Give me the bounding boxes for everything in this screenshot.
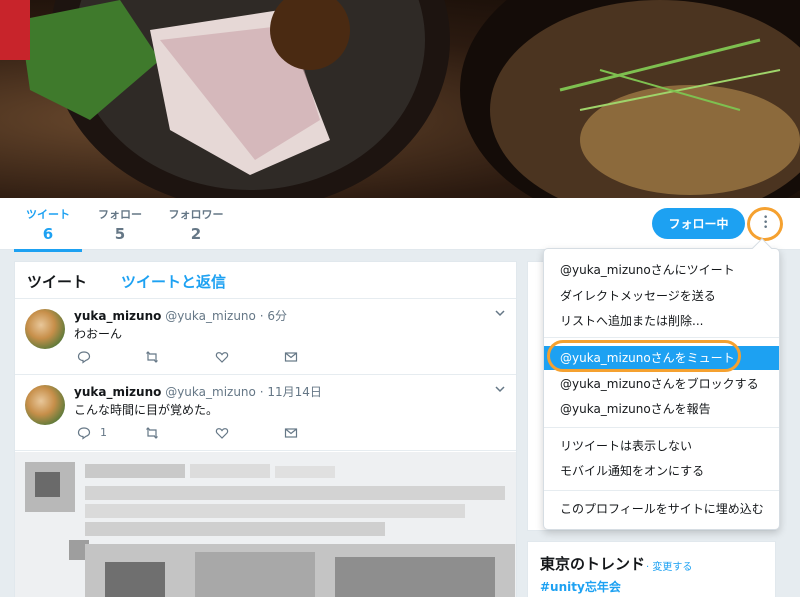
header-photo (0, 0, 800, 198)
pixelated-tweet (15, 452, 516, 597)
menu-item-tweet-to[interactable]: @yuka_mizunoさんにツイート (544, 258, 779, 282)
profile-dropdown-menu: @yuka_mizunoさんにツイート ダイレクトメッセージを送る リストへ追加… (543, 238, 780, 530)
tweet-text: こんな時間に目が覚めた。 (74, 403, 219, 417)
menu-item-mobile-notifications[interactable]: モバイル通知をオンにする (544, 459, 779, 483)
tweet-item[interactable]: yuka_mizuno @yuka_mizuno · 11月14日 こんな時間に… (15, 375, 516, 451)
trends-change-link[interactable]: · 変更する (646, 558, 692, 573)
menu-item-add-to-list[interactable]: リストへ追加または削除... (544, 309, 779, 333)
like-icon[interactable] (215, 426, 229, 440)
tweet-time[interactable]: · 11月14日 (260, 385, 322, 399)
tweet-item[interactable]: yuka_mizuno @yuka_mizuno · 6分 わおーん (15, 299, 516, 375)
tweet-handle[interactable]: @yuka_mizuno (165, 385, 256, 399)
retweet-icon[interactable] (145, 350, 159, 364)
tweet-author-name[interactable]: yuka_mizuno (74, 309, 161, 323)
trend-item[interactable]: #unity忘年会 (540, 578, 621, 595)
trends-title: 東京のトレンド (540, 555, 646, 573)
tab-tweets[interactable]: ツイート (27, 271, 87, 292)
stat-following-count: 5 (114, 225, 126, 243)
timeline: ツイート ツイートと返信 yuka_mizuno @yuka_mizuno · … (14, 261, 517, 597)
stat-followers[interactable]: フォロワー 2 (164, 206, 228, 243)
menu-item-hide-retweets[interactable]: リツイートは表示しない (544, 434, 779, 458)
like-icon[interactable] (215, 350, 229, 364)
tweet-header: yuka_mizuno @yuka_mizuno · 11月14日 (74, 383, 322, 400)
reply-icon[interactable] (77, 426, 91, 440)
stat-followers-count: 2 (190, 225, 202, 243)
message-icon[interactable] (284, 426, 298, 440)
tweet-actions (77, 350, 307, 366)
stat-tweets[interactable]: ツイート 6 (14, 206, 82, 252)
more-options-button[interactable]: • • • (747, 207, 783, 241)
menu-divider (544, 490, 779, 491)
stat-tweets-count: 6 (42, 225, 54, 243)
timeline-tabs: ツイート ツイートと返信 (15, 262, 516, 299)
tweet-header: yuka_mizuno @yuka_mizuno · 6分 (74, 307, 287, 324)
stat-following[interactable]: フォロー 5 (92, 206, 148, 243)
following-button[interactable]: フォロー中 (652, 208, 745, 239)
tweet-text: わおーん (74, 327, 123, 341)
tweet-time[interactable]: · 6分 (260, 309, 287, 323)
trends-module: 東京のトレンド · 変更する #unity忘年会 (527, 541, 776, 597)
menu-divider (544, 427, 779, 428)
retweet-icon[interactable] (145, 426, 159, 440)
avatar[interactable] (25, 309, 65, 349)
stat-following-label: フォロー (98, 208, 142, 221)
pixelated-content (15, 452, 516, 597)
tweet-actions: 1 (77, 426, 307, 442)
chevron-down-icon[interactable] (494, 307, 506, 319)
menu-item-embed-profile[interactable]: このプロフィールをサイトに埋め込む (544, 497, 779, 521)
message-icon[interactable] (284, 350, 298, 364)
stat-tweets-label: ツイート (26, 208, 70, 221)
menu-item-direct-message[interactable]: ダイレクトメッセージを送る (544, 284, 779, 308)
more-dots-icon: • • • (763, 213, 769, 233)
reply-count: 1 (100, 426, 107, 439)
tab-tweets-and-replies[interactable]: ツイートと返信 (121, 271, 226, 292)
tweet-author-name[interactable]: yuka_mizuno (74, 385, 161, 399)
mute-highlight-ring (547, 340, 741, 372)
menu-divider (544, 337, 779, 338)
reply-icon[interactable] (77, 350, 91, 364)
menu-item-block[interactable]: @yuka_mizunoさんをブロックする (544, 372, 779, 396)
stat-followers-label: フォロワー (168, 208, 224, 221)
chevron-down-icon[interactable] (494, 383, 506, 395)
avatar[interactable] (25, 385, 65, 425)
menu-item-report[interactable]: @yuka_mizunoさんを報告 (544, 397, 779, 421)
tweet-handle[interactable]: @yuka_mizuno (165, 309, 256, 323)
header-photo-art (0, 0, 800, 198)
